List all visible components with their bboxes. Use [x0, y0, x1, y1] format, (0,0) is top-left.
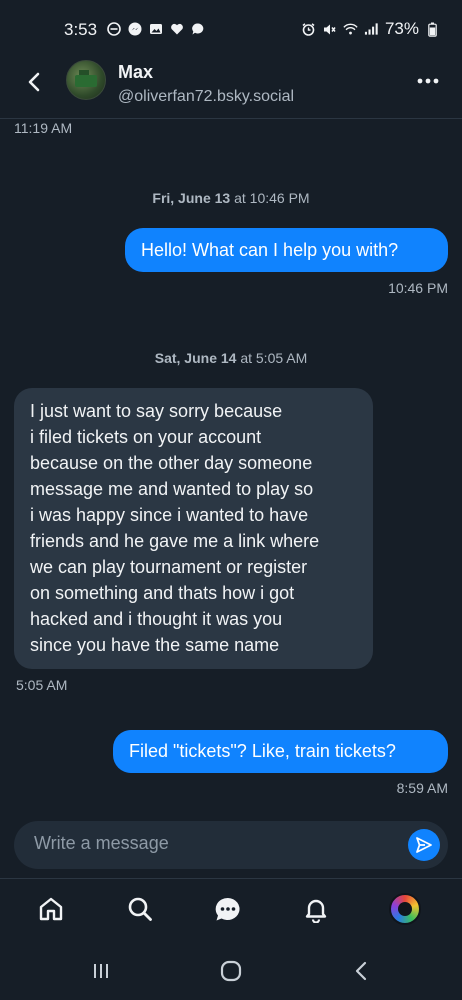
do-not-disturb-icon	[106, 21, 121, 36]
contact-name[interactable]: Max	[118, 62, 153, 83]
chat-icon	[215, 897, 240, 921]
messenger-icon	[127, 21, 142, 36]
signal-icon	[364, 22, 379, 37]
message-timestamp: 10:46 PM	[388, 280, 448, 296]
profile-avatar	[389, 893, 421, 925]
message-line: i filed tickets on your account	[30, 427, 262, 447]
message-line: I just want to say sorry because	[30, 401, 283, 421]
conversation-header: Max @oliverfan72.bsky.social	[0, 58, 462, 119]
chevron-left-icon	[28, 72, 40, 92]
recent-apps-icon	[94, 964, 108, 978]
system-status: 73%	[301, 19, 440, 39]
tab-search[interactable]	[122, 891, 158, 927]
date-separator: Sat, June 14 at 5:05 AM	[154, 350, 308, 366]
system-navigation-bar	[0, 940, 462, 1000]
tab-notifications[interactable]	[298, 891, 334, 927]
recent-apps-button[interactable]	[86, 958, 116, 984]
message-line: on something and thats how i got	[30, 583, 295, 603]
heart-icon	[169, 21, 184, 36]
send-icon	[416, 837, 432, 853]
message-timestamp: 8:59 AM	[396, 780, 448, 796]
message-bubble-sent[interactable]: Hello! What can I help you with?	[125, 228, 448, 272]
chevron-left-icon	[355, 961, 367, 981]
status-time: 3:53	[64, 20, 98, 39]
contact-handle[interactable]: @oliverfan72.bsky.social	[118, 88, 294, 106]
bottom-tab-bar	[0, 878, 462, 941]
bell-icon	[305, 899, 327, 923]
wifi-icon	[343, 22, 358, 37]
chat-bubble-icon	[190, 21, 205, 36]
send-button[interactable]	[408, 829, 440, 861]
home-icon	[39, 897, 63, 921]
tab-profile[interactable]	[387, 891, 423, 927]
message-line: since you have the same name	[30, 635, 280, 655]
status-bar: 3:53 73%	[0, 0, 462, 58]
message-line: because on the other day someone	[30, 453, 313, 473]
home-button[interactable]	[216, 958, 246, 984]
message-composer[interactable]: Write a message	[14, 821, 448, 869]
mute-icon	[322, 22, 337, 37]
message-line: message me and wanted to play so	[30, 479, 314, 499]
message-bubble-received[interactable]: I just want to say sorry because i filed…	[14, 388, 373, 669]
tab-chat[interactable]	[210, 891, 246, 927]
message-timestamp: 11:19 AM	[14, 120, 73, 136]
battery-percent: 73%	[384, 19, 419, 38]
tab-home[interactable]	[33, 891, 69, 927]
gallery-icon	[148, 21, 163, 36]
alarm-icon	[301, 22, 316, 37]
more-options-button[interactable]	[414, 70, 442, 92]
message-list[interactable]: 11:19 AM Fri, June 13 at 10:46 PM Hello!…	[0, 118, 462, 818]
search-icon	[128, 897, 152, 921]
message-line: i was happy since i wanted to have	[30, 505, 309, 525]
message-bubble-sent[interactable]: Filed "tickets"? Like, train tickets?	[113, 730, 448, 773]
notification-icons	[106, 21, 205, 36]
ellipsis-icon	[417, 78, 439, 84]
home-circle-icon	[220, 960, 242, 982]
message-line: we can play tournament or register	[30, 557, 308, 577]
message-line: hacked and i thought it was you	[30, 609, 283, 629]
battery-icon	[425, 22, 440, 37]
contact-avatar[interactable]	[66, 60, 106, 100]
message-timestamp: 5:05 AM	[16, 677, 68, 693]
date-separator: Fri, June 13 at 10:46 PM	[152, 190, 310, 206]
back-nav-button[interactable]	[346, 958, 376, 984]
back-button[interactable]	[20, 68, 48, 96]
message-input[interactable]: Write a message	[34, 833, 169, 854]
message-line: friends and he gave me a link where	[30, 531, 320, 551]
